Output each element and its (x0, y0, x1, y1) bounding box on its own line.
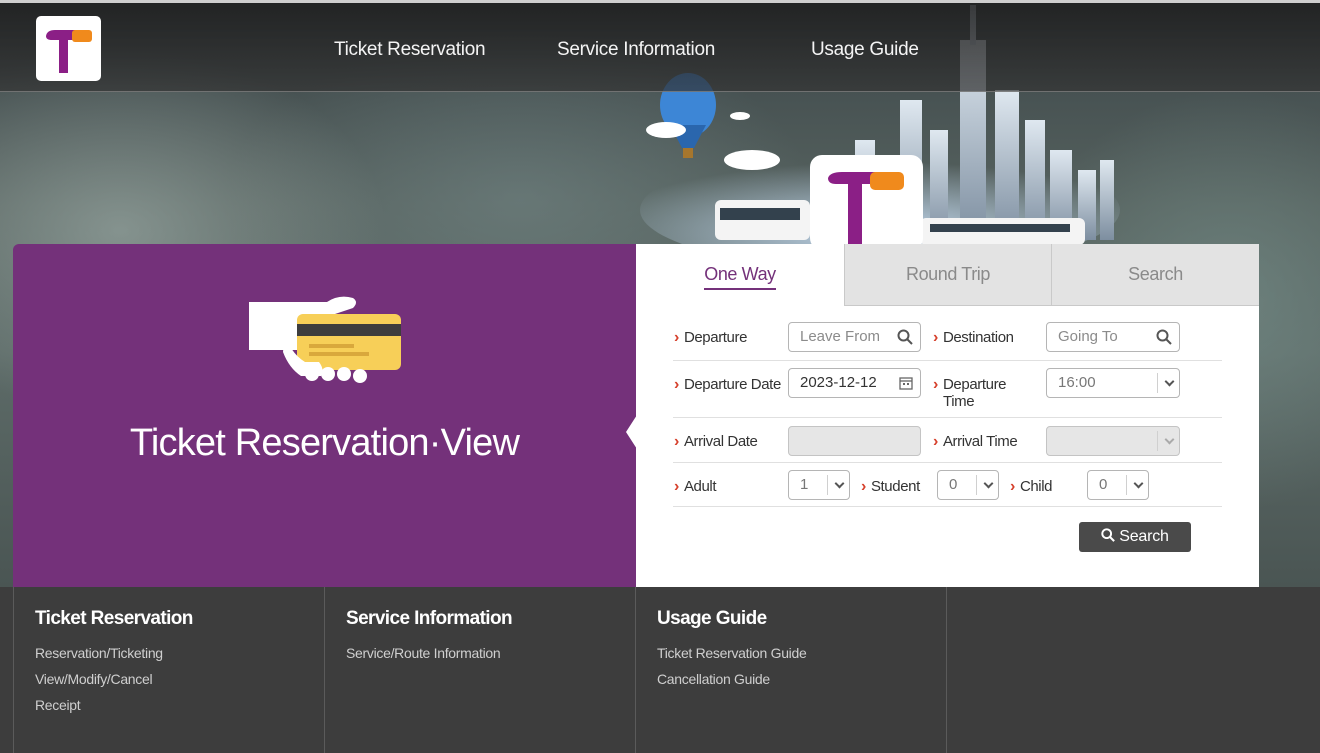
card-in-hand-icon (249, 296, 401, 383)
reservation-form-panel: One Way Round Trip Search Departure Leav… (626, 244, 1259, 588)
brand-logo[interactable] (36, 16, 101, 81)
footer-heading: Ticket Reservation (35, 608, 193, 629)
footer-column-ticket-reservation: Ticket Reservation Reservation/Ticketing… (13, 587, 325, 753)
footer-link-receipt[interactable]: Receipt (35, 697, 81, 713)
destination-label: Destination (933, 329, 1014, 347)
search-icon[interactable] (897, 329, 913, 345)
child-label: Child (1010, 478, 1053, 496)
nav-usage-guide[interactable]: Usage Guide (811, 39, 919, 61)
footer-heading: Service Information (346, 608, 513, 629)
chevron-down-icon[interactable] (983, 478, 994, 489)
arrival-date-input[interactable] (788, 426, 921, 456)
departure-input[interactable]: Leave From (788, 322, 921, 352)
nav-service-information[interactable]: Service Information (557, 39, 715, 61)
student-label: Student (861, 478, 920, 496)
chevron-down-icon[interactable] (1133, 478, 1144, 489)
trip-type-tabs: One Way Round Trip Search (636, 244, 1259, 306)
select-divider (1126, 475, 1127, 495)
form-divider (673, 417, 1222, 418)
departure-label: Departure (674, 329, 748, 347)
footer-heading: Usage Guide (657, 608, 767, 629)
search-icon (1101, 528, 1116, 542)
destination-input[interactable]: Going To (1046, 322, 1180, 352)
select-divider (827, 475, 828, 495)
footer-link-ticket-reservation-guide[interactable]: Ticket Reservation Guide (657, 645, 807, 661)
search-icon[interactable] (1156, 329, 1172, 345)
footer-link-service-route-information[interactable]: Service/Route Information (346, 645, 501, 661)
departure-time-select[interactable]: 16:00 (1046, 368, 1180, 398)
footer-link-reservation-ticketing[interactable]: Reservation/Ticketing (35, 645, 163, 661)
reservation-hero-panel: Ticket Reservation·View (13, 244, 636, 587)
chevron-down-icon[interactable] (834, 478, 845, 489)
adult-count-select[interactable]: 1 (788, 470, 850, 500)
tab-one-way[interactable]: One Way (636, 244, 844, 306)
arrival-time-label: Arrival Time (933, 433, 1018, 451)
calendar-icon[interactable] (899, 376, 913, 390)
arrival-date-label: Arrival Date (674, 433, 758, 451)
departure-date-input[interactable]: 2023-12-12 (788, 368, 921, 398)
departure-time-label: DepartureTime (933, 376, 1007, 410)
chevron-down-icon[interactable] (1164, 376, 1175, 387)
nav-ticket-reservation[interactable]: Ticket Reservation (334, 39, 486, 61)
select-divider (1157, 373, 1158, 393)
chevron-down-icon[interactable] (1164, 434, 1175, 445)
footer-link-view-modify-cancel[interactable]: View/Modify/Cancel (35, 671, 153, 687)
select-divider (1157, 431, 1158, 451)
footer-column-usage-guide: Usage Guide Ticket Reservation Guide Can… (636, 587, 947, 753)
footer: Ticket Reservation Reservation/Ticketing… (0, 587, 1320, 753)
page-title: Ticket Reservation·View (129, 422, 520, 464)
search-button[interactable]: Search (1079, 522, 1191, 552)
footer-column-service-information: Service Information Service/Route Inform… (325, 587, 636, 753)
adult-label: Adult (674, 478, 717, 496)
arrival-time-select[interactable] (1046, 426, 1180, 456)
tab-round-trip[interactable]: Round Trip (844, 244, 1051, 306)
footer-link-cancellation-guide[interactable]: Cancellation Guide (657, 671, 770, 687)
tab-search[interactable]: Search (1051, 244, 1259, 306)
panel-pointer (626, 415, 637, 449)
departure-date-label: Departure Date (674, 376, 781, 394)
select-divider (976, 475, 977, 495)
form-divider (673, 360, 1222, 361)
brand-logo-icon (46, 30, 92, 73)
child-count-select[interactable]: 0 (1087, 470, 1149, 500)
form-divider (673, 462, 1222, 463)
top-navigation: Ticket Reservation Service Information U… (0, 0, 1320, 92)
form-divider (673, 506, 1222, 507)
student-count-select[interactable]: 0 (937, 470, 999, 500)
